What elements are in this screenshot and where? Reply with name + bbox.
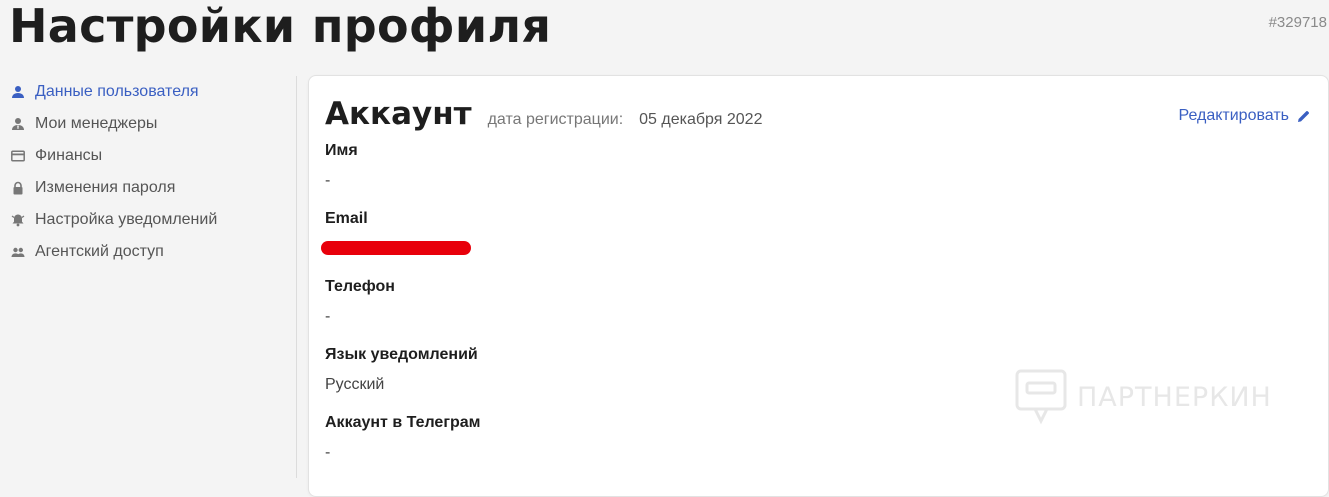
sidebar-item-user-data[interactable]: Данные пользователя xyxy=(0,76,296,108)
sidebar-item-label: Агентский доступ xyxy=(35,243,164,260)
sidebar-item-password[interactable]: Изменения пароля xyxy=(0,172,296,204)
account-header: Аккаунт дата регистрации: 05 декабря 202… xyxy=(325,96,762,132)
page-title: Настройки профиля xyxy=(9,0,552,53)
pencil-icon xyxy=(1298,110,1309,122)
sidebar-item-agent-access[interactable]: Агентский доступ xyxy=(0,236,296,268)
watermark: ПАРТНЕРКИН xyxy=(1015,369,1272,425)
sidebar-item-managers[interactable]: Мои менеджеры xyxy=(0,108,296,140)
field-email: Email xyxy=(325,210,368,240)
field-label: Телефон xyxy=(325,278,395,295)
manager-icon xyxy=(10,116,26,132)
bell-icon xyxy=(10,212,26,228)
sidebar-item-label: Данные пользователя xyxy=(35,83,199,100)
field-telegram: Аккаунт в Телеграм - xyxy=(325,414,481,462)
field-label: Имя xyxy=(325,142,358,159)
sidebar-item-finance[interactable]: Финансы xyxy=(0,140,296,172)
account-title: Аккаунт xyxy=(325,96,472,132)
user-id: #329718 xyxy=(1268,14,1327,31)
field-value: - xyxy=(325,308,331,325)
field-label: Язык уведомлений xyxy=(325,346,478,363)
registration-date: 05 декабря 2022 xyxy=(639,111,763,128)
sidebar-item-label: Финансы xyxy=(35,147,103,164)
field-phone: Телефон - xyxy=(325,278,395,326)
field-value: Русский xyxy=(325,376,385,393)
registration-label: дата регистрации: xyxy=(487,111,624,128)
account-card: Аккаунт дата регистрации: 05 декабря 202… xyxy=(308,75,1329,497)
sidebar: Данные пользователя Мои менеджеры Финанс… xyxy=(0,76,297,478)
watermark-logo-icon xyxy=(1015,369,1067,425)
field-label: Аккаунт в Телеграм xyxy=(325,414,481,431)
field-notification-language: Язык уведомлений Русский xyxy=(325,346,478,394)
user-icon xyxy=(10,84,26,100)
sidebar-item-label: Изменения пароля xyxy=(35,179,176,196)
lock-icon xyxy=(10,180,26,196)
field-value: - xyxy=(325,172,331,189)
group-icon xyxy=(10,244,26,260)
edit-button[interactable]: Редактировать xyxy=(1178,107,1310,125)
credit-card-icon xyxy=(10,148,26,164)
field-label: Email xyxy=(325,210,368,227)
sidebar-item-label: Мои менеджеры xyxy=(35,115,158,132)
sidebar-item-notifications[interactable]: Настройка уведомлений xyxy=(0,204,296,236)
field-value: - xyxy=(325,444,331,461)
edit-label: Редактировать xyxy=(1178,107,1289,124)
sidebar-item-label: Настройка уведомлений xyxy=(35,211,218,228)
email-redaction xyxy=(321,241,471,255)
field-name: Имя - xyxy=(325,142,358,190)
watermark-text: ПАРТНЕРКИН xyxy=(1077,381,1272,413)
